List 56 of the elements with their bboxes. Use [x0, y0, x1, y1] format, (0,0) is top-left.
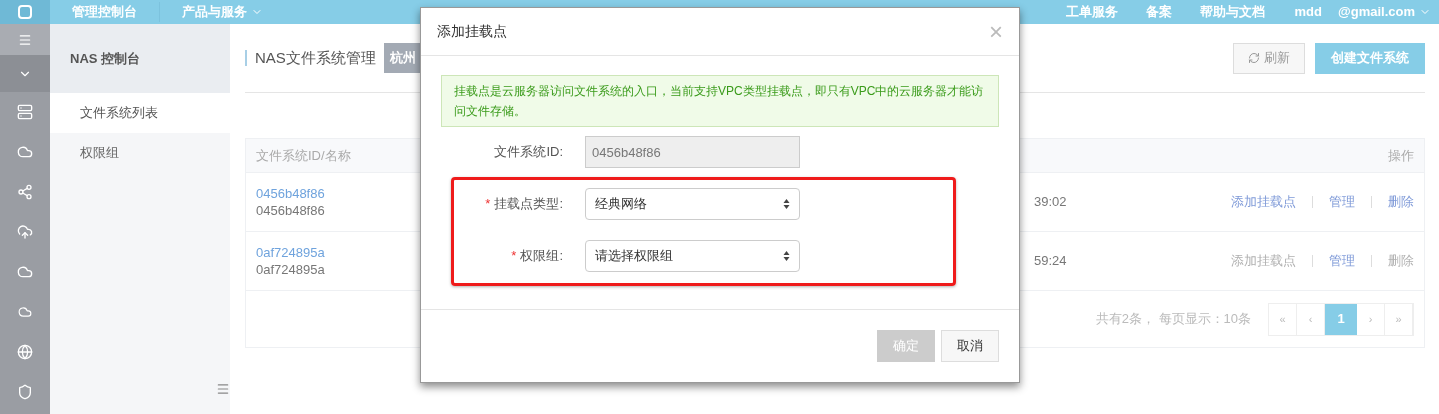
top-nav-link[interactable]: 备案 — [1131, 2, 1186, 22]
create-button[interactable]: 创建文件系统 — [1315, 42, 1425, 74]
pagination-summary: 共有2条， 每页显示：10条 — [1095, 310, 1251, 329]
side-nav-title: NAS 控制台 — [70, 49, 141, 68]
user-name[interactable]: mdd — [1278, 2, 1338, 22]
file-system-name: 0456b48f86 — [256, 202, 325, 219]
side-nav-item[interactable]: 权限组 — [50, 133, 230, 173]
field-label: 文件系统ID: — [494, 143, 563, 162]
created-time: 39:02 — [1034, 193, 1067, 212]
column-header: 文件系统ID/名称 — [256, 146, 351, 165]
created-time: 59:24 — [1034, 252, 1067, 271]
page-button[interactable]: « — [1269, 303, 1297, 335]
cloud-icon[interactable] — [17, 264, 33, 280]
shield-icon[interactable] — [17, 384, 33, 400]
user-email[interactable]: @gmail.com — [1338, 2, 1439, 22]
page-title: NAS文件系统管理 — [255, 47, 376, 68]
server-icon[interactable] — [17, 104, 33, 120]
console-link[interactable]: 管理控制台 — [50, 2, 159, 22]
row-action-link[interactable]: 管理 — [1329, 251, 1355, 271]
field-label: 权限组: — [520, 247, 563, 266]
column-header: 操作 — [1388, 146, 1414, 165]
globe-icon[interactable] — [17, 344, 33, 360]
row-action-link[interactable]: 管理 — [1329, 192, 1355, 212]
select-field[interactable]: 请选择权限组 — [585, 240, 800, 272]
dialog-title: 添加挂载点 — [437, 22, 507, 41]
network-icon[interactable] — [17, 184, 33, 200]
logo-icon[interactable] — [18, 5, 32, 19]
file-system-name: 0af724895a — [256, 261, 325, 278]
dialog-button[interactable]: 取消 — [941, 330, 999, 362]
required-mark: * — [485, 195, 491, 214]
refresh-button[interactable]: 刷新 — [1233, 42, 1305, 74]
collapse-icon[interactable] — [216, 382, 230, 396]
row-action-link[interactable]: 添加挂载点 — [1231, 192, 1296, 212]
side-nav-item[interactable]: 文件系统列表 — [50, 93, 230, 133]
cloud-upload-icon[interactable] — [17, 224, 33, 240]
top-nav-link[interactable]: 工单服务 — [1051, 2, 1132, 22]
products-menu[interactable]: 产品与服务 — [159, 2, 285, 22]
close-button[interactable]: × — [989, 19, 1003, 44]
region-tag[interactable]: 杭州 — [383, 43, 422, 73]
top-nav-link[interactable]: 帮助与文档 — [1185, 2, 1279, 22]
cloud-icon[interactable] — [17, 144, 33, 160]
select-field[interactable]: 经典网络 — [585, 188, 800, 220]
file-system-id-link[interactable]: 0456b48f86 — [256, 185, 325, 202]
page-button[interactable]: › — [1357, 303, 1385, 335]
row-action-link[interactable]: 删除 — [1388, 192, 1414, 212]
refresh-icon — [1248, 52, 1260, 64]
field-label: 挂载点类型: — [494, 195, 563, 214]
select-arrows-icon — [783, 250, 790, 262]
page-button[interactable]: 1 — [1325, 303, 1357, 335]
select-arrows-icon — [783, 198, 790, 210]
required-mark: * — [511, 247, 517, 266]
page-button[interactable]: » — [1385, 303, 1413, 335]
notice-alert: 挂载点是云服务器访问文件系统的入口，当前支持VPC类型挂载点，即只有VPC中的云服务器才能访问文件存储。 — [441, 75, 999, 127]
file-system-id-link[interactable]: 0af724895a — [256, 244, 325, 261]
cloud-icon[interactable] — [18, 305, 32, 319]
menu-icon[interactable] — [18, 32, 32, 47]
